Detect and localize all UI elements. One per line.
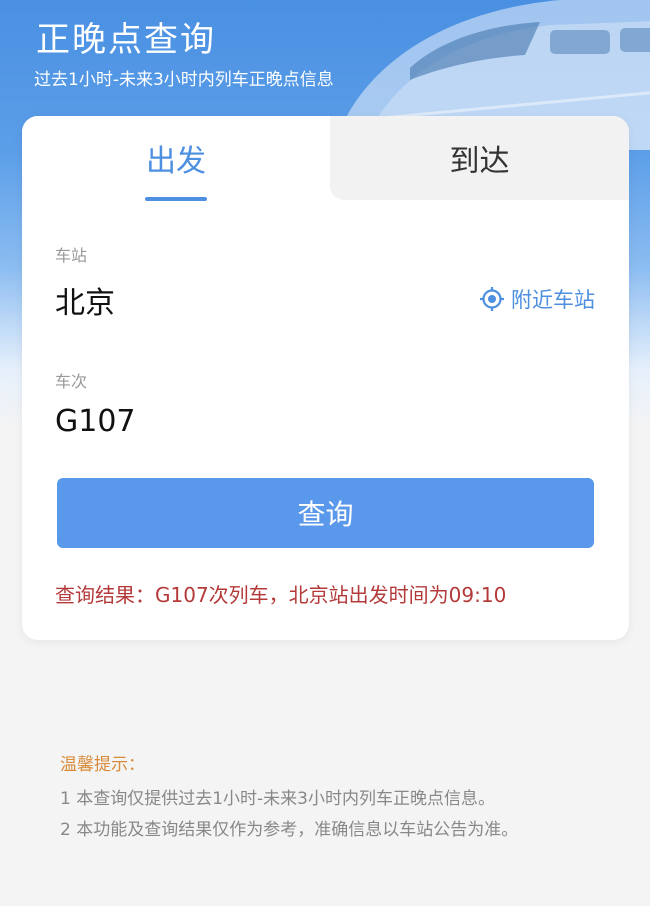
train-number-field[interactable]: G107 (55, 404, 136, 439)
tip-item: 2 本功能及查询结果仅作为参考，准确信息以车站公告为准。 (60, 820, 519, 840)
query-button[interactable]: 查询 (57, 478, 594, 548)
train-number-label: 车次 (55, 372, 88, 391)
tips-title: 温馨提示： (60, 755, 145, 775)
station-label: 车站 (55, 246, 88, 265)
station-field[interactable]: 北京 (55, 278, 115, 322)
location-target-icon (480, 287, 504, 311)
query-result-text: 查询结果：G107次列车，北京站出发时间为09:10 (55, 583, 507, 607)
tip-item: 1 本查询仅提供过去1小时-未来3小时内列车正晚点信息。 (60, 789, 495, 809)
tab-departure[interactable]: 出发 (22, 116, 330, 200)
nearby-station-label: 附近车站 (511, 288, 595, 312)
active-tab-indicator (145, 197, 207, 201)
nearby-station-button[interactable]: 附近车站 (479, 284, 595, 314)
tab-arrival[interactable]: 到达 (330, 116, 629, 200)
query-card: 出发 到达 车站 北京 附近车站 车次 G107 查询 查询结果：G107次列车… (22, 116, 629, 640)
page-title: 正晚点查询 (36, 20, 216, 60)
page-subtitle: 过去1小时-未来3小时内列车正晚点信息 (34, 70, 334, 90)
